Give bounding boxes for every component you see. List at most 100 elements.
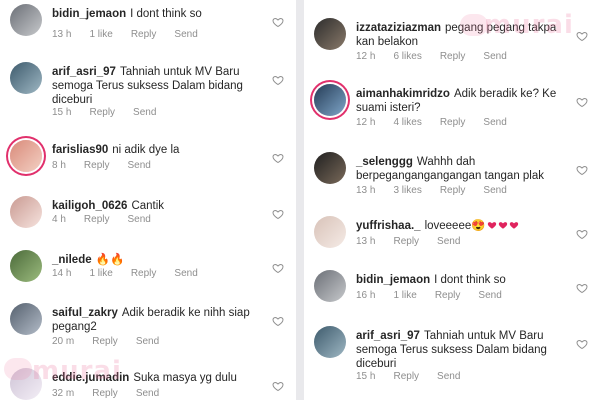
heart-outline-icon[interactable] [272, 315, 284, 327]
send-button[interactable]: Send [174, 29, 197, 40]
comment-timestamp: 15 h [356, 371, 376, 382]
send-button[interactable]: Send [136, 388, 159, 399]
comment-meta: 32 m Reply Send [52, 388, 177, 399]
comment-username[interactable]: izzataziziazman [356, 22, 441, 34]
comment-username[interactable]: bidin_jemaon [356, 274, 430, 286]
avatar[interactable] [10, 250, 42, 282]
comment-timestamp: 12 h [356, 117, 376, 128]
left-comments-panel: bidin_jemaon I dont think so 13 h 1 like Rep… [0, 0, 296, 400]
comment-username[interactable]: kailigoh_0626 [52, 200, 127, 212]
reply-button[interactable]: Reply [440, 117, 466, 128]
comment-meta: 13 h 1 like Reply Send [52, 29, 216, 40]
comment-meta: 12 h 4 likes Reply Send [356, 117, 525, 128]
comment-username[interactable]: _selenggg [356, 156, 413, 168]
avatar[interactable] [314, 326, 346, 358]
comment-text-block: izzataziziazman pegang pegang takpa kan b… [356, 21, 566, 49]
heart-outline-icon[interactable] [576, 228, 588, 240]
avatar[interactable] [10, 4, 42, 36]
heart-outline-icon[interactable] [576, 164, 588, 176]
comment-body: Cantik [131, 200, 165, 212]
heart-outline-icon[interactable] [576, 282, 588, 294]
comment-meta: 4 h Reply Send [52, 214, 169, 225]
send-button[interactable]: Send [483, 185, 506, 196]
heart-outline-icon[interactable] [272, 74, 284, 86]
comment-text-block: arif_asri_97 Tahniah untuk MV Baru semoga… [52, 65, 262, 107]
heart-outline-icon[interactable] [272, 16, 284, 28]
reply-button[interactable]: Reply [393, 236, 419, 247]
avatar[interactable] [10, 303, 42, 335]
reply-button[interactable]: Reply [84, 214, 110, 225]
comment-body: ni adik dye la [112, 144, 180, 156]
comment-text-block: eddie.jumadin Suka masya yg dulu [52, 371, 262, 385]
avatar[interactable] [10, 196, 42, 228]
reply-button[interactable]: Reply [131, 268, 157, 279]
red-heart-emoji-icon [486, 220, 519, 232]
send-button[interactable]: Send [437, 371, 460, 382]
avatar[interactable] [10, 62, 42, 94]
comment-text-block: _selenggg Wahhh dah berpegangangangangan … [356, 155, 566, 183]
avatar[interactable] [314, 152, 346, 184]
like-count[interactable]: 4 likes [393, 117, 421, 128]
comment-timestamp: 13 h [356, 236, 376, 247]
like-count[interactable]: 3 likes [393, 185, 421, 196]
heart-outline-icon[interactable] [576, 30, 588, 42]
comment-username[interactable]: saiful_zakry [52, 307, 118, 319]
comment-username[interactable]: arif_asri_97 [52, 66, 116, 78]
like-count[interactable]: 1 like [89, 29, 112, 40]
reply-button[interactable]: Reply [84, 160, 110, 171]
comment-meta: 13 h Reply Send [356, 236, 478, 247]
like-count[interactable]: 1 like [89, 268, 112, 279]
comment-timestamp: 16 h [356, 290, 376, 301]
comment-text-block: kailigoh_0626 Cantik [52, 199, 262, 213]
send-button[interactable]: Send [174, 268, 197, 279]
send-button[interactable]: Send [483, 51, 506, 62]
send-button[interactable]: Send [478, 290, 501, 301]
comment-meta: 15 h Reply Send [52, 107, 174, 118]
reply-button[interactable]: Reply [92, 388, 118, 399]
avatar[interactable] [314, 270, 346, 302]
reply-button[interactable]: Reply [440, 51, 466, 62]
comment-text-block: _nilede 🔥🔥 [52, 253, 262, 267]
send-button[interactable]: Send [483, 117, 506, 128]
send-button[interactable]: Send [127, 214, 150, 225]
heart-outline-icon[interactable] [272, 380, 284, 392]
comment-body: I dont think so [130, 8, 202, 20]
comment-username[interactable]: bidin_jemaon [52, 8, 126, 20]
heart-outline-icon[interactable] [576, 96, 588, 108]
reply-button[interactable]: Reply [393, 371, 419, 382]
comment-timestamp: 15 h [52, 107, 72, 118]
send-button[interactable]: Send [127, 160, 150, 171]
comment-text-block: saiful_zakry Adik beradik ke nihh siap pe… [52, 306, 262, 334]
heart-outline-icon[interactable] [576, 338, 588, 350]
comment-username[interactable]: aimanhakimridzo [356, 88, 450, 100]
send-button[interactable]: Send [133, 107, 156, 118]
send-button[interactable]: Send [437, 236, 460, 247]
reply-button[interactable]: Reply [131, 29, 157, 40]
comment-username[interactable]: arif_asri_97 [356, 330, 420, 342]
reply-button[interactable]: Reply [435, 290, 461, 301]
avatar[interactable] [10, 140, 42, 172]
comment-username[interactable]: farislias90 [52, 144, 108, 156]
avatar[interactable] [314, 216, 346, 248]
comment-username[interactable]: _nilede [52, 254, 92, 266]
reply-button[interactable]: Reply [440, 185, 466, 196]
comment-timestamp: 32 m [52, 388, 75, 399]
send-button[interactable]: Send [136, 336, 159, 347]
comment-text-block: farislias90 ni adik dye la [52, 143, 262, 157]
like-count[interactable]: 1 like [393, 290, 416, 301]
heart-outline-icon[interactable] [272, 262, 284, 274]
comment-meta: 8 h Reply Send [52, 160, 169, 171]
heart-outline-icon[interactable] [272, 152, 284, 164]
reply-button[interactable]: Reply [92, 336, 118, 347]
comment-username[interactable]: eddie.jumadin [52, 372, 129, 384]
avatar[interactable] [10, 368, 42, 400]
right-comments-panel: izzataziziazman pegang pegang takpa kan b… [304, 0, 600, 400]
heart-outline-icon[interactable] [272, 208, 284, 220]
comment-text-block: yuffrishaa._ loveeeee😍 [356, 219, 566, 233]
avatar[interactable] [314, 84, 346, 116]
like-count[interactable]: 6 likes [393, 51, 421, 62]
comment-body: I dont think so [434, 274, 506, 286]
reply-button[interactable]: Reply [89, 107, 115, 118]
avatar[interactable] [314, 18, 346, 50]
comment-username[interactable]: yuffrishaa._ [356, 220, 421, 232]
